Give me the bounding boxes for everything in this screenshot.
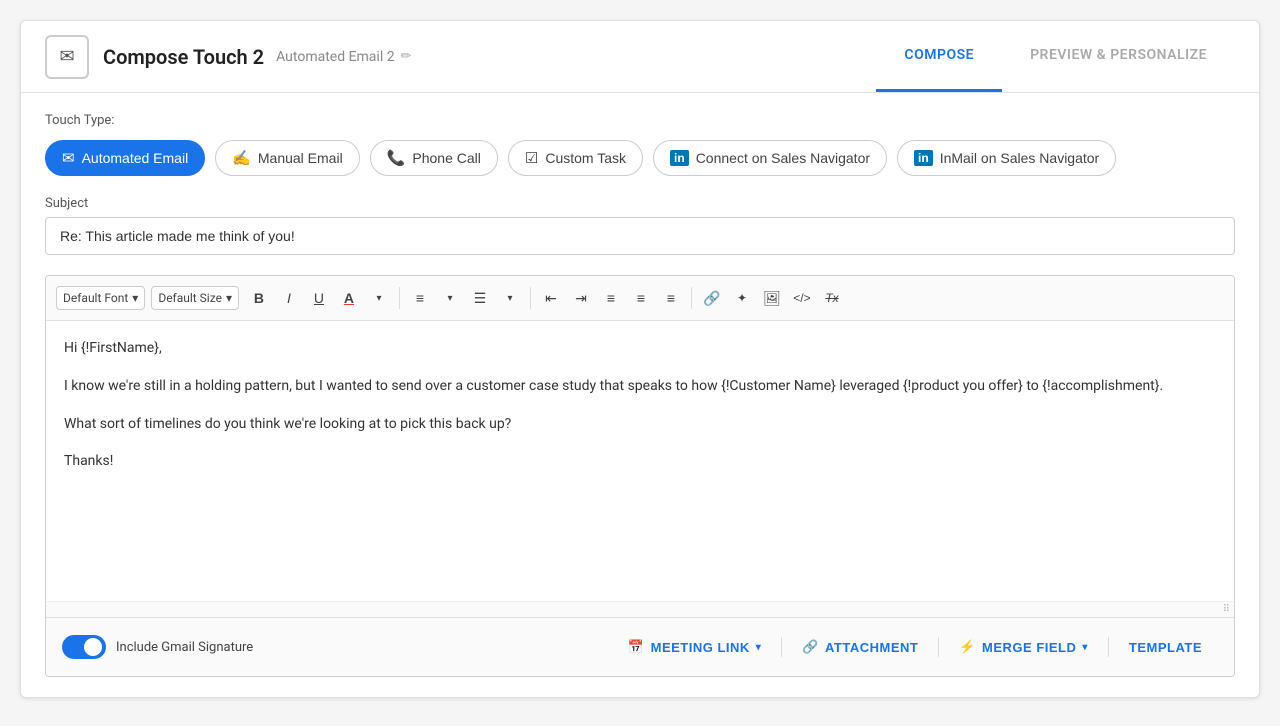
email-icon: ✉	[59, 46, 74, 67]
footer-right: 📅 MEETING LINK ▾ 🔗 ATTACHMENT ⚡ MERGE FI…	[612, 630, 1218, 664]
editor-line-1: Hi {!FirstName},	[64, 337, 1216, 361]
editor-wrapper: Default Font ▾ Default Size ▾ B I U A ▾ …	[45, 275, 1235, 677]
touch-type-buttons: ✉ Automated Email ✍ Manual Email 📞 Phone…	[45, 140, 1235, 176]
footer-divider-1	[781, 637, 782, 657]
ordered-list-chevron[interactable]: ▾	[436, 284, 464, 312]
unordered-list-chevron[interactable]: ▾	[496, 284, 524, 312]
editor-toolbar: Default Font ▾ Default Size ▾ B I U A ▾ …	[46, 276, 1234, 321]
font-color-button[interactable]: A	[335, 284, 363, 312]
font-size-chevron: ▾	[226, 291, 232, 305]
bold-button[interactable]: B	[245, 284, 273, 312]
subject-label: Subject	[45, 196, 1235, 211]
link-button[interactable]: 🔗	[698, 284, 726, 312]
touch-type-label: Touch Type:	[45, 113, 1235, 128]
unordered-list-button[interactable]: ☰	[466, 284, 494, 312]
custom-task-icon: ☑	[525, 149, 538, 167]
attachment-icon: 🔗	[802, 639, 819, 655]
linkedin-inmail-icon: in	[914, 150, 933, 166]
meeting-link-button[interactable]: 📅 MEETING LINK ▾	[612, 630, 777, 664]
edit-icon[interactable]: ✏	[401, 49, 412, 64]
resize-handle[interactable]: ⠿	[46, 601, 1234, 617]
main-container: ✉ Compose Touch 2 Automated Email 2 ✏ CO…	[20, 20, 1260, 698]
toolbar-divider-2	[530, 287, 531, 309]
image-button[interactable]: 🖼	[758, 284, 786, 312]
special-char-button[interactable]: ✦	[728, 284, 756, 312]
align-center-button[interactable]: ≡	[627, 284, 655, 312]
toolbar-divider-3	[691, 287, 692, 309]
btn-phone-call[interactable]: 📞 Phone Call	[370, 140, 498, 176]
underline-button[interactable]: U	[305, 284, 333, 312]
font-size-select[interactable]: Default Size ▾	[151, 286, 239, 310]
body: Touch Type: ✉ Automated Email ✍ Manual E…	[21, 93, 1259, 697]
manual-email-icon: ✍	[232, 149, 251, 167]
merge-field-icon: ⚡	[959, 639, 976, 655]
toolbar-divider-1	[399, 287, 400, 309]
linkedin-connect-icon: in	[670, 150, 689, 166]
header-tabs: COMPOSE PREVIEW & PERSONALIZE	[876, 21, 1235, 92]
subject-input[interactable]	[45, 217, 1235, 255]
merge-field-button[interactable]: ⚡ MERGE FIELD ▾	[943, 630, 1104, 664]
header-icon: ✉	[45, 35, 89, 79]
meeting-link-icon: 📅	[628, 639, 645, 655]
footer-divider-3	[1108, 637, 1109, 657]
template-button[interactable]: TEMPLATE	[1113, 631, 1218, 664]
editor-footer: Include Gmail Signature 📅 MEETING LINK ▾…	[46, 617, 1234, 676]
indent-button[interactable]: ⇥	[567, 284, 595, 312]
header-title-group: Compose Touch 2 Automated Email 2 ✏	[103, 45, 411, 69]
merge-field-chevron: ▾	[1082, 642, 1088, 653]
ordered-list-button[interactable]: ≡	[406, 284, 434, 312]
header: ✉ Compose Touch 2 Automated Email 2 ✏ CO…	[21, 21, 1259, 93]
italic-button[interactable]: I	[275, 284, 303, 312]
btn-connect-sales-nav[interactable]: in Connect on Sales Navigator	[653, 140, 887, 176]
btn-automated-email[interactable]: ✉ Automated Email	[45, 140, 205, 176]
btn-manual-email[interactable]: ✍ Manual Email	[215, 140, 360, 176]
tab-preview[interactable]: PREVIEW & PERSONALIZE	[1002, 21, 1235, 92]
toggle-label: Include Gmail Signature	[116, 640, 253, 655]
align-right-button[interactable]: ≡	[657, 284, 685, 312]
font-family-select[interactable]: Default Font ▾	[56, 286, 145, 310]
footer-divider-2	[938, 637, 939, 657]
btn-inmail-sales-nav[interactable]: in InMail on Sales Navigator	[897, 140, 1116, 176]
gmail-signature-toggle[interactable]	[62, 635, 106, 659]
font-family-chevron: ▾	[132, 291, 138, 305]
editor-line-4: Thanks!	[64, 450, 1216, 474]
btn-custom-task[interactable]: ☑ Custom Task	[508, 140, 643, 176]
outdent-button[interactable]: ⇤	[537, 284, 565, 312]
attachment-button[interactable]: 🔗 ATTACHMENT	[786, 630, 934, 664]
phone-icon: 📞	[387, 149, 406, 167]
header-left: ✉ Compose Touch 2 Automated Email 2 ✏	[45, 35, 411, 79]
subtitle-text: Automated Email 2	[276, 49, 394, 65]
header-subtitle: Automated Email 2 ✏	[276, 49, 411, 65]
editor-line-2: I know we're still in a holding pattern,…	[64, 375, 1216, 399]
editor-body[interactable]: Hi {!FirstName}, I know we're still in a…	[46, 321, 1234, 601]
resize-icon: ⠿	[1223, 604, 1230, 615]
font-color-chevron[interactable]: ▾	[365, 284, 393, 312]
footer-left: Include Gmail Signature	[62, 635, 253, 659]
align-left-button[interactable]: ≡	[597, 284, 625, 312]
tab-compose[interactable]: COMPOSE	[876, 21, 1002, 92]
automated-email-icon: ✉	[62, 149, 75, 167]
clear-format-button[interactable]: Tx	[818, 284, 846, 312]
code-button[interactable]: </>	[788, 284, 816, 312]
editor-line-3: What sort of timelines do you think we'r…	[64, 413, 1216, 437]
page-title: Compose Touch 2	[103, 45, 264, 69]
meeting-link-chevron: ▾	[756, 642, 762, 653]
